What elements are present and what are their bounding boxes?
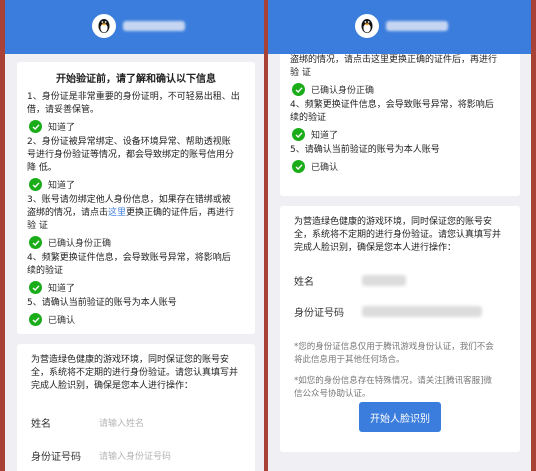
verify-form-card: 为营造绿色健康的游戏环境，同时保证您的账号安 全，系统将不定期的进行身份验证。请… [17, 344, 255, 471]
ack-5-button[interactable]: 已确认 [29, 313, 245, 326]
qq-penguin-icon [355, 14, 379, 38]
checkmark-icon [29, 236, 42, 249]
name-input[interactable] [362, 275, 406, 286]
verify-desc-line: 为营造绿色健康的游戏环境，同时保证您的账号安 [31, 355, 230, 365]
ack-4-button[interactable]: 知道了 [29, 281, 245, 294]
verify-description: 为营造绿色健康的游戏环境，同时保证您的账号安 全，系统将不定期的进行身份验证。请… [31, 354, 241, 393]
item-3-cut: 盗绑的情况，请点击这里更换正确的证件后，再进行 验 证 [290, 54, 510, 80]
checkmark-icon [292, 83, 305, 96]
id-input[interactable] [362, 306, 482, 317]
ack-3-button[interactable]: 已确认身份正确 [292, 83, 510, 96]
checkmark-icon [29, 313, 42, 326]
verify-form-card: 为营造绿色健康的游戏环境，同时保证您的账号安 全，系统将不定期的进行身份验证。请… [280, 206, 520, 452]
top-bar [5, 0, 264, 54]
item-2-line: 2、身份证被异常绑定、设备环境异常、帮助透视账 [27, 137, 231, 147]
id-input[interactable]: 请输入身份证号码 [99, 449, 171, 462]
id-field-row: 身份证号码 请输入身份证号码 [31, 448, 241, 463]
item-5: 5、请确认当前验证的账号为本人账号 [290, 145, 440, 155]
item-3-line: 3、账号请勿绑定他人身份信息，如果存在错绑或被 [27, 195, 231, 205]
item-2-line: 号进行身份验证等情况，都会导致绑定的账号信用分 [27, 150, 235, 160]
checkmark-icon [29, 281, 42, 294]
name-field-row: 姓名 [294, 273, 506, 288]
item-2: 2、身份证被异常绑定、设备环境异常、帮助透视账 号进行身份验证等情况，都会导致绑… [27, 136, 245, 175]
ack-2-label: 知道了 [48, 181, 76, 191]
item-3-line: 盗绑的情况，请点击这里更换正确的证件后，再进行 [27, 207, 245, 220]
ack-5-label: 已确认 [311, 163, 339, 173]
privacy-note-line: 将此信息用于其他任何场合。 [294, 355, 405, 365]
privacy-note-line: *您的身份证信息仅用于腾讯游戏身份认证，我们不会 [294, 342, 494, 352]
right-phone-screen: 盗绑的情况，请点击这里更换正确的证件后，再进行 验 证 已确认身份正确 4、频繁… [268, 0, 531, 471]
account-name-blurred [123, 21, 185, 31]
item-3-line: 验 证 [290, 68, 311, 78]
item-3: 3、账号请勿绑定他人身份信息，如果存在错绑或被 盗绑的情况，请点击这里更换正确的… [27, 194, 245, 233]
item-3-line: 盗绑的情况，请点击这里更换正确的证件后，再进行 [290, 55, 498, 65]
id-label: 身份证号码 [31, 452, 81, 463]
ack-3-button[interactable]: 已确认身份正确 [29, 236, 245, 249]
item-1-line: 借，请妥善保管。 [27, 105, 100, 115]
item-3-line: 验 证 [27, 221, 48, 231]
item-3-text: 更换正确的证件后，再进行 [126, 208, 235, 218]
item-4-line: 续的验证 [27, 266, 64, 276]
item-4: 4、频繁更换证件信息，会导致账号异常，将影响后 续的验证 [290, 99, 510, 125]
verify-desc-line: 完成人脸识别，确保是您本人进行操作： [294, 243, 457, 253]
checkmark-icon [29, 120, 42, 133]
confirm-info-card: 开始验证前，请了解和确认以下信息 1、身份证是非常重要的身份证明，不可轻易出租、… [17, 62, 255, 334]
verify-desc-line: 为营造绿色健康的游戏环境，同时保证您的账号安 [294, 217, 493, 227]
confirm-info-card-scrolled: 盗绑的情况，请点击这里更换正确的证件后，再进行 验 证 已确认身份正确 4、频繁… [280, 54, 520, 196]
ack-1-button[interactable]: 知道了 [29, 120, 245, 133]
checkmark-icon [292, 128, 305, 141]
verify-desc-line: 完成人脸识别，确保是您本人进行操作： [31, 381, 194, 391]
name-label: 姓名 [294, 277, 314, 288]
ack-1-label: 知道了 [48, 123, 76, 133]
ack-4-label: 知道了 [48, 284, 76, 294]
support-note-line: *如您的身份信息存在特殊情况，请关注[腾讯客服]微 [294, 376, 492, 386]
ack-4-label: 知道了 [311, 131, 339, 141]
item-4-line: 4、频繁更换证件信息，会导致账号异常，将影响后 [27, 253, 231, 263]
item-4: 4、频繁更换证件信息，会导致账号异常，将影响后 续的验证 [27, 252, 245, 278]
item-3-text: 盗绑的情况，请点击 [27, 208, 109, 218]
name-label: 姓名 [31, 419, 51, 430]
checkmark-icon [29, 178, 42, 191]
ack-3-label: 已确认身份正确 [311, 86, 375, 96]
ack-3-label: 已确认身份正确 [48, 239, 112, 249]
item-4-line: 4、频繁更换证件信息，会导致账号异常，将影响后 [290, 100, 494, 110]
account-name-blurred [386, 21, 448, 31]
start-face-recognition-button[interactable]: 开始人脸识别 [359, 402, 441, 432]
ack-4-button[interactable]: 知道了 [292, 128, 510, 141]
verify-description: 为营造绿色健康的游戏环境，同时保证您的账号安 全，系统将不定期的进行身份验证。请… [294, 216, 506, 255]
ack-5-label: 已确认 [48, 316, 76, 326]
support-note-line: 信公众号协助认证。 [294, 389, 371, 399]
item-2-line: 降 低。 [27, 163, 57, 173]
left-phone-screen: 开始验证前，请了解和确认以下信息 1、身份证是非常重要的身份证明，不可轻易出租、… [5, 0, 264, 471]
item-1: 1、身份证是非常重要的身份证明，不可轻易出租、出 借，请妥善保管。 [27, 91, 245, 117]
ack-2-button[interactable]: 知道了 [29, 178, 245, 191]
id-field-row: 身份证号码 [294, 304, 506, 319]
verify-desc-line: 全，系统将不定期的进行身份验证。请您认真填写并 [294, 230, 502, 240]
id-label: 身份证号码 [294, 308, 344, 319]
name-field-row: 姓名 请输入姓名 [31, 415, 241, 430]
verify-desc-line: 全，系统将不定期的进行身份验证。请您认真填写并 [31, 368, 239, 378]
support-note: *如您的身份信息存在特殊情况，请关注[腾讯客服]微 信公众号协助认证。 [294, 375, 506, 401]
ack-5-button[interactable]: 已确认 [292, 160, 510, 173]
item-5: 5、请确认当前验证的账号为本人账号 [27, 298, 177, 308]
qq-penguin-icon [92, 14, 116, 38]
checkmark-icon [292, 160, 305, 173]
top-bar [268, 0, 531, 54]
item-4-line: 续的验证 [290, 113, 327, 123]
name-input[interactable]: 请输入姓名 [99, 416, 144, 429]
change-id-link[interactable]: 这里 [108, 208, 126, 218]
item-1-line: 1、身份证是非常重要的身份证明，不可轻易出租、出 [27, 92, 240, 102]
privacy-note: *您的身份证信息仅用于腾讯游戏身份认证，我们不会 将此信息用于其他任何场合。 [294, 341, 506, 367]
confirm-title: 开始验证前，请了解和确认以下信息 [56, 74, 216, 85]
